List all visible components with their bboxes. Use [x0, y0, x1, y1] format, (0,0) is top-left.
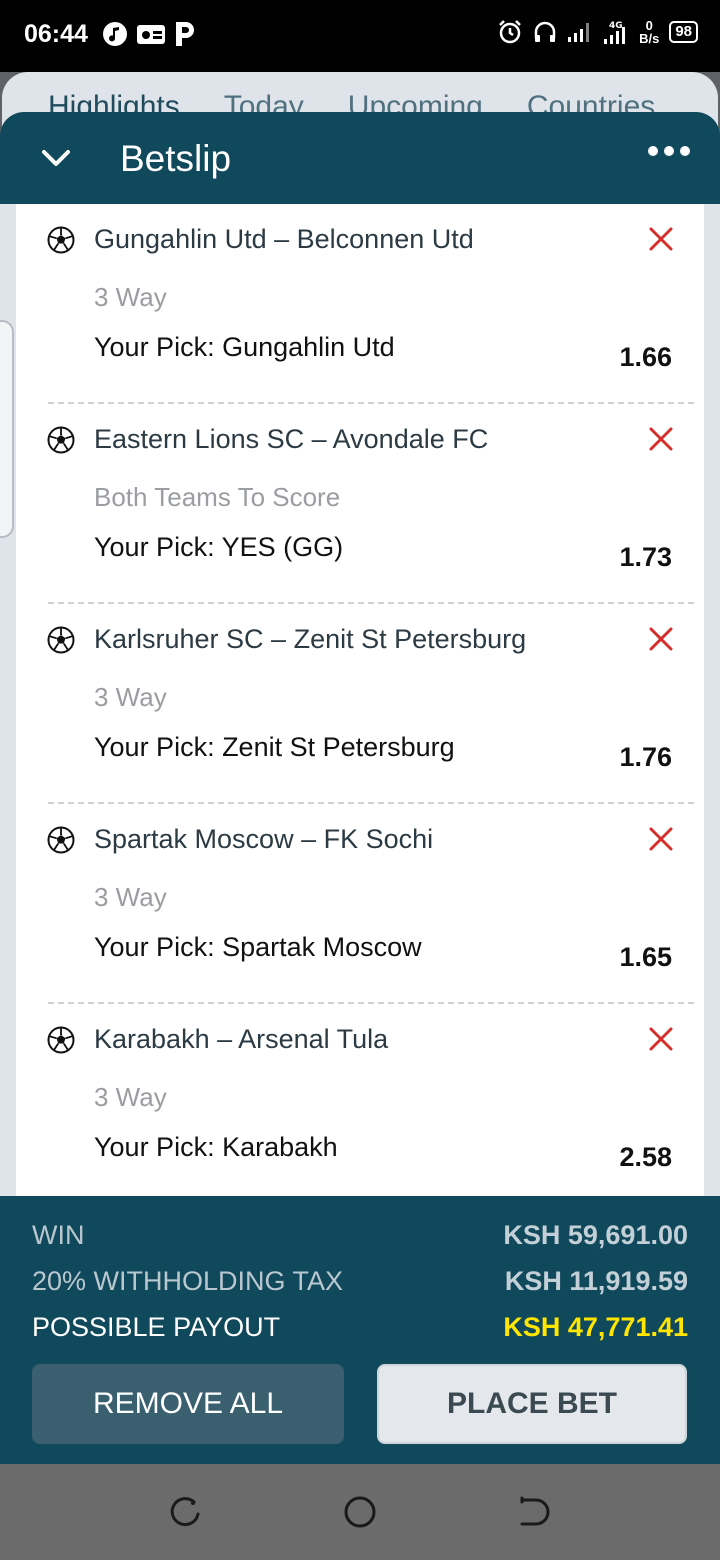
tax-label: 20% WITHHOLDING TAX — [32, 1266, 344, 1296]
signal-4g-icon: 4G — [603, 18, 629, 46]
close-icon[interactable] — [648, 426, 674, 452]
payout-value: KSH 47,771.41 — [503, 1312, 688, 1342]
win-value: KSH 59,691.00 — [503, 1220, 688, 1250]
payout-row: POSSIBLE PAYOUT KSH 47,771.41 — [32, 1312, 688, 1352]
your-pick: Your Pick: Karabakh — [94, 1132, 338, 1162]
recent-apps-icon[interactable] — [166, 1492, 206, 1532]
bet-item: Eastern Lions SC – Avondale FC Both Team… — [16, 404, 704, 604]
close-icon[interactable] — [648, 226, 674, 252]
market-name: 3 Way — [94, 282, 167, 312]
odds-value: 1.65 — [619, 942, 672, 972]
chevron-down-icon[interactable] — [38, 140, 74, 176]
soccer-ball-icon — [47, 1026, 75, 1054]
remove-all-button[interactable]: REMOVE ALL — [32, 1364, 344, 1444]
betslip-header: Betslip — [0, 112, 720, 204]
betslip-summary: WIN KSH 59,691.00 20% WITHHOLDING TAX KS… — [0, 1196, 720, 1464]
odds-value: 2.58 — [619, 1142, 672, 1172]
market-name: 3 Way — [94, 682, 167, 712]
p-app-icon — [174, 20, 196, 48]
home-icon[interactable] — [340, 1492, 380, 1532]
net-speed: 0 B/s — [639, 19, 659, 45]
radio-icon — [136, 20, 166, 48]
match-name: Karabakh – Arsenal Tula — [94, 1024, 389, 1054]
match-name: Gungahlin Utd – Belconnen Utd — [94, 224, 474, 254]
status-time: 06:44 — [24, 20, 88, 48]
match-name: Spartak Moscow – FK Sochi — [94, 824, 434, 854]
close-icon[interactable] — [648, 1026, 674, 1052]
bet-item: Karabakh – Arsenal Tula 3 Way Your Pick:… — [16, 1004, 704, 1196]
status-right-icons: 4G 0 B/s 98 — [497, 18, 698, 46]
place-bet-button[interactable]: PLACE BET — [377, 1364, 687, 1444]
odds-value: 1.66 — [619, 342, 672, 372]
tax-row: 20% WITHHOLDING TAX KSH 11,919.59 — [32, 1266, 688, 1306]
win-label: WIN — [32, 1220, 85, 1250]
close-icon[interactable] — [648, 826, 674, 852]
bet-item: Gungahlin Utd – Belconnen Utd 3 Way Your… — [16, 204, 704, 404]
match-name: Karlsruher SC – Zenit St Petersburg — [94, 624, 527, 654]
market-name: Both Teams To Score — [94, 482, 341, 512]
soccer-ball-icon — [47, 226, 75, 254]
match-name: Eastern Lions SC – Avondale FC — [94, 424, 489, 454]
background-right-edge — [704, 202, 720, 1292]
bet-item: Spartak Moscow – FK Sochi 3 Way Your Pic… — [16, 804, 704, 1004]
more-options-icon[interactable] — [648, 146, 690, 156]
win-row: WIN KSH 59,691.00 — [32, 1220, 688, 1260]
soccer-ball-icon — [47, 626, 75, 654]
bet-item: Karlsruher SC – Zenit St Petersburg 3 Wa… — [16, 604, 704, 804]
signal-icon — [567, 18, 593, 46]
close-icon[interactable] — [648, 626, 674, 652]
market-name: 3 Way — [94, 882, 167, 912]
headphones-icon — [533, 18, 557, 46]
svg-text:4G: 4G — [609, 21, 623, 31]
tax-value: KSH 11,919.59 — [504, 1266, 688, 1296]
alarm-icon — [497, 18, 523, 46]
market-name: 3 Way — [94, 1082, 167, 1112]
battery-indicator: 98 — [669, 21, 698, 43]
your-pick: Your Pick: YES (GG) — [94, 532, 344, 562]
your-pick: Your Pick: Spartak Moscow — [94, 932, 422, 962]
your-pick: Your Pick: Gungahlin Utd — [94, 332, 395, 362]
your-pick: Your Pick: Zenit St Petersburg — [94, 732, 455, 762]
music-note-icon — [102, 20, 128, 48]
status-left-icons — [102, 20, 196, 48]
soccer-ball-icon — [47, 826, 75, 854]
back-icon[interactable] — [514, 1492, 554, 1532]
payout-label: POSSIBLE PAYOUT — [32, 1312, 281, 1342]
screen: 06:44 4G 0 B/s 98 Highlights Today Upcom… — [0, 0, 720, 1560]
soccer-ball-icon — [47, 426, 75, 454]
bets-list[interactable]: Gungahlin Utd – Belconnen Utd 3 Way Your… — [16, 204, 704, 1196]
odds-value: 1.76 — [619, 742, 672, 772]
status-bar: 06:44 4G 0 B/s 98 — [0, 0, 720, 72]
betslip-title: Betslip — [120, 138, 232, 179]
net-speed-unit: B/s — [639, 31, 660, 46]
odds-value: 1.73 — [619, 542, 672, 572]
background-side-card — [0, 320, 14, 538]
system-nav-bar — [0, 1464, 720, 1560]
